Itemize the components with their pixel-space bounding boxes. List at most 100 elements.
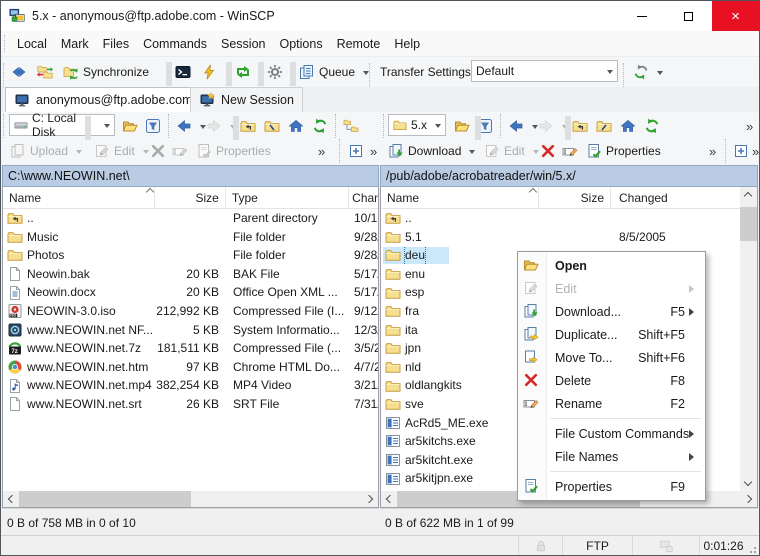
local-path-bar[interactable]: C:\www.NEOWIN.net\	[2, 165, 379, 187]
menu-files[interactable]: Files	[96, 37, 136, 51]
column-header-changed[interactable]: Changed	[349, 187, 378, 209]
scroll-up-button[interactable]	[740, 187, 756, 203]
queue-button[interactable]: Queue	[296, 60, 372, 84]
remote-home-dir-button[interactable]	[617, 114, 639, 138]
local-toolbar-overflow[interactable]: »	[315, 139, 327, 163]
transfer-mode-dropdown-arrow[interactable]	[657, 71, 663, 78]
scrollbar-thumb[interactable]	[740, 207, 757, 241]
local-refresh-button[interactable]	[309, 114, 331, 138]
context-menu-item-open[interactable]: Open	[518, 254, 705, 277]
local-add-toolbar-button[interactable]	[345, 139, 367, 163]
column-header-name[interactable]: Name	[3, 187, 155, 209]
download-dropdown-arrow[interactable]	[469, 150, 475, 157]
context-menu-item-download[interactable]: Download...F5	[518, 300, 705, 323]
menubar-grip[interactable]	[4, 35, 7, 53]
transfer-settings-combo[interactable]: Default	[471, 60, 618, 82]
menu-local[interactable]: Local	[10, 37, 54, 51]
close-button[interactable]: ×	[712, 1, 759, 31]
file-name-wrap: esp	[383, 284, 426, 301]
scrollbar-thumb[interactable]	[19, 491, 191, 507]
resize-grip[interactable]	[747, 536, 759, 556]
file-row[interactable]: www.NEOWIN.net.mp4382,254 KBMP4 Video3/2…	[3, 376, 378, 395]
parent-folder-icon	[572, 118, 588, 134]
column-header-type[interactable]: Type	[226, 187, 349, 209]
file-row[interactable]: Neowin.docx20 KBOffice Open XML ...5/17/	[3, 283, 378, 302]
remote-dir-combo[interactable]: 5.x	[388, 114, 446, 136]
maximize-button[interactable]	[665, 1, 712, 31]
file-row[interactable]: 5.18/5/2005	[381, 228, 740, 247]
remote-refresh-button[interactable]	[641, 114, 663, 138]
remote-rename-button[interactable]	[559, 139, 581, 163]
remote-edit-button: Edit	[481, 139, 542, 163]
local-drive-combo[interactable]: C: Local Disk	[9, 114, 115, 136]
local-horizontal-scrollbar[interactable]	[3, 491, 378, 507]
remote-root-dir-button[interactable]	[593, 114, 615, 138]
session-tab-active[interactable]: anonymous@ftp.adobe.com	[5, 87, 202, 112]
file-type: Compressed File (...	[227, 339, 351, 358]
remote-toolbar-overflow[interactable]: »	[706, 139, 718, 163]
local-tree-button[interactable]	[340, 114, 362, 138]
file-row[interactable]: www.NEOWIN.net.7z181,511 KBCompressed Fi…	[3, 339, 378, 358]
scroll-right-button[interactable]	[362, 491, 378, 507]
scroll-left-button[interactable]	[3, 491, 19, 507]
menu-remote[interactable]: Remote	[330, 37, 388, 51]
synchronize-browsing-button[interactable]	[34, 60, 56, 84]
remote-parent-dir-button[interactable]	[569, 114, 591, 138]
remote-download-button[interactable]: Download	[385, 139, 478, 163]
remote-path-bar[interactable]: /pub/adobe/acrobatreader/win/5.x/	[380, 165, 758, 187]
preferences-button[interactable]	[264, 60, 286, 84]
column-header-changed[interactable]: Changed	[611, 187, 731, 209]
scroll-right-button[interactable]	[741, 491, 757, 507]
title-bar[interactable]: 5.x - anonymous@ftp.adobe.com - WinSCP ×	[1, 1, 759, 31]
remote-properties-button[interactable]: Properties	[583, 139, 664, 163]
file-row[interactable]: www.NEOWIN.net.htm97 KBChrome HTML Do...…	[3, 358, 378, 377]
transfer-mode-button[interactable]	[630, 60, 666, 84]
local-toolbar-overflow-2[interactable]: »	[367, 139, 379, 163]
local-parent-dir-button[interactable]	[237, 114, 259, 138]
file-row[interactable]: www.NEOWIN.net.srt26 KBSRT File7/31/	[3, 395, 378, 414]
toolbar-grip[interactable]	[369, 63, 376, 87]
menu-commands[interactable]: Commands	[136, 37, 214, 51]
file-row[interactable]: MusicFile folder9/28/	[3, 228, 378, 247]
scroll-down-button[interactable]	[740, 475, 756, 491]
menu-help[interactable]: Help	[387, 37, 427, 51]
context-menu-item-move-to[interactable]: Move To...Shift+F6	[518, 346, 705, 369]
toolbar-grip[interactable]	[623, 63, 630, 87]
upload-dropdown-arrow	[76, 150, 82, 157]
file-row[interactable]: PhotosFile folder9/28/	[3, 246, 378, 265]
file-row[interactable]: ..	[381, 209, 740, 228]
local-root-dir-button[interactable]	[261, 114, 283, 138]
remote-delete-button[interactable]	[537, 139, 559, 163]
menu-session[interactable]: Session	[214, 37, 272, 51]
local-home-dir-button[interactable]	[285, 114, 307, 138]
file-row[interactable]: Neowin.bak20 KBBAK File5/17/	[3, 265, 378, 284]
context-menu-item-properties[interactable]: PropertiesF9	[518, 475, 705, 498]
column-header-size[interactable]: Size	[539, 187, 611, 209]
context-menu-item-file-names[interactable]: File Names	[518, 445, 705, 468]
column-header-name[interactable]: Name	[381, 187, 539, 209]
refresh-both-button[interactable]	[232, 60, 254, 84]
remote-toolbar-overflow[interactable]: »	[743, 114, 755, 138]
compare-panels-button[interactable]	[8, 60, 30, 84]
context-menu-item-duplicate[interactable]: Duplicate...Shift+F5	[518, 323, 705, 346]
menu-mark[interactable]: Mark	[54, 37, 96, 51]
context-menu-item-delete[interactable]: DeleteF8	[518, 369, 705, 392]
menu-options[interactable]: Options	[272, 37, 329, 51]
context-menu-item-file-custom-commands[interactable]: File Custom Commands	[518, 422, 705, 445]
remote-toolbar-overflow-2[interactable]: »	[749, 139, 760, 163]
scroll-left-button[interactable]	[381, 491, 397, 507]
remote-vertical-scrollbar[interactable]	[740, 187, 757, 491]
local-open-dir-button[interactable]	[119, 114, 141, 138]
column-header-size[interactable]: Size	[155, 187, 226, 209]
new-session-tab[interactable]: New Session	[190, 87, 303, 112]
open-in-putty-button[interactable]	[198, 60, 220, 84]
synchronize-button[interactable]: Synchronize	[60, 60, 152, 84]
file-row[interactable]: ..Parent directory10/19	[3, 209, 378, 228]
context-menu-item-rename[interactable]: RenameF2	[518, 392, 705, 415]
open-terminal-button[interactable]	[172, 60, 194, 84]
minimize-button[interactable]	[618, 1, 665, 31]
remote-open-dir-button[interactable]	[451, 114, 473, 138]
local-filter-button[interactable]	[142, 114, 164, 138]
file-row[interactable]: NEOWIN-3.0.iso212,992 KBCompressed File …	[3, 302, 378, 321]
file-row[interactable]: www.NEOWIN.net NF...5 KBSystem Informati…	[3, 321, 378, 340]
